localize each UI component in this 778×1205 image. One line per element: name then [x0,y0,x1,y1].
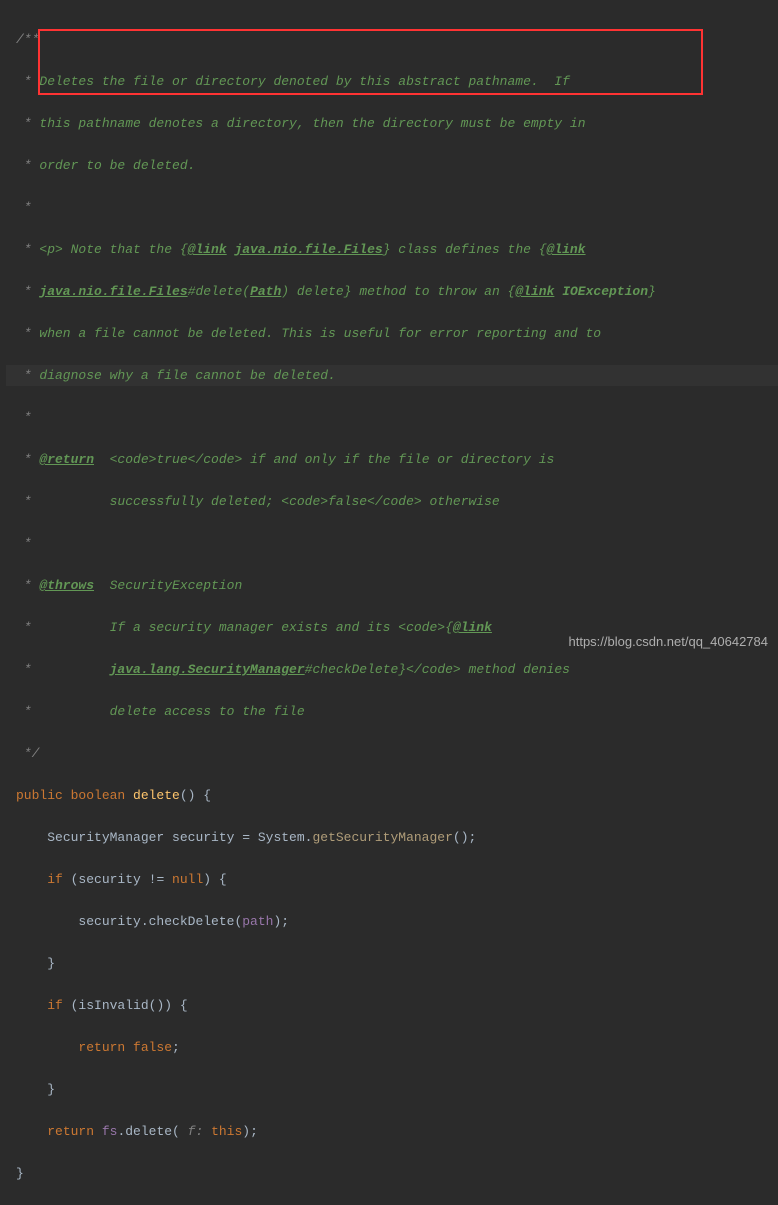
code-line: return fs.delete( f: this); [6,1121,778,1142]
code-line: * delete access to the file [6,701,778,722]
code-line: * Deletes the file or directory denoted … [6,71,778,92]
code-line: if (isInvalid()) { [6,995,778,1016]
code-line: * java.nio.file.Files#delete(Path) delet… [6,281,778,302]
code-line: * when a file cannot be deleted. This is… [6,323,778,344]
code-line: * [6,407,778,428]
code-line: /** [6,29,778,50]
watermark: https://blog.csdn.net/qq_40642784 [569,631,769,652]
code-line: * <p> Note that the {@link java.nio.file… [6,239,778,260]
code-line: * successfully deleted; <code>false</cod… [6,491,778,512]
code-line: } [6,1163,778,1184]
code-line: public boolean delete() { [6,785,778,806]
code-line: * order to be deleted. [6,155,778,176]
code-line: * this pathname denotes a directory, the… [6,113,778,134]
code-line: * @throws SecurityException [6,575,778,596]
code-line: } [6,1079,778,1100]
code-line-highlighted: * diagnose why a file cannot be deleted. [6,365,778,386]
code-line: * @return <code>true</code> if and only … [6,449,778,470]
code-line: * java.lang.SecurityManager#checkDelete}… [6,659,778,680]
code-line: * [6,197,778,218]
code-line: if (security != null) { [6,869,778,890]
code-line: return false; [6,1037,778,1058]
code-editor[interactable]: /** * Deletes the file or directory deno… [0,0,778,1205]
code-line: SecurityManager security = System.getSec… [6,827,778,848]
code-line: * [6,533,778,554]
code-line: security.checkDelete(path); [6,911,778,932]
code-line: */ [6,743,778,764]
code-line: } [6,953,778,974]
